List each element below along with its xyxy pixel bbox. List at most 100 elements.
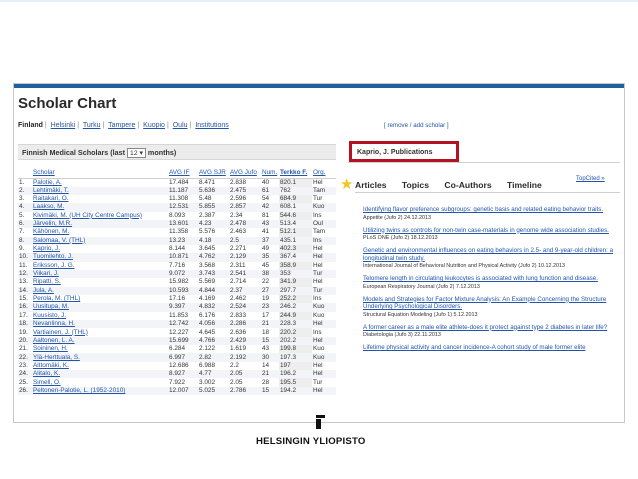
num-cell: 23	[261, 303, 279, 312]
avg-sjr-cell: 4.77	[198, 370, 229, 379]
avg-if-cell: 7.922	[169, 378, 185, 386]
nav-link-oulu[interactable]: Oulu	[173, 122, 188, 129]
publication-meta: Diabetologia (Jufo 3) 22.11.2013	[363, 332, 441, 338]
scholar-chart-screenshot: Scholar Chart Finland | Helsinki | Turku | …	[13, 83, 625, 423]
scholar-name-link[interactable]: Soininen, H.	[33, 345, 68, 352]
scholar-name-link[interactable]: Simell, O.	[33, 379, 61, 386]
publication-title-link[interactable]: A former career as a male elite athlete-…	[363, 324, 621, 332]
scholar-name-link[interactable]: Perola, M. (THL)	[33, 295, 80, 302]
star-icon: ★	[340, 176, 354, 193]
terkko-f-cell: 512.1	[279, 228, 312, 237]
publications-box-divider	[348, 162, 620, 163]
avg-if-cell: 11.187	[168, 186, 198, 195]
publication-title-link[interactable]: Models and Strategies for Factor Mixture…	[363, 296, 621, 311]
publication-title-link[interactable]: Lifetime physical activity and cancer in…	[363, 344, 621, 352]
publication-title-link[interactable]: Genetic and environmental influences on …	[363, 247, 621, 262]
avg-if-cell: 6.997	[168, 353, 198, 362]
nav-current-finland[interactable]: Finland	[18, 122, 43, 129]
nav-link-institutions[interactable]: Institutions	[195, 122, 228, 129]
scholar-name-link[interactable]: Salomaa, V. (THL)	[33, 237, 85, 244]
publication-title-link[interactable]: Telomere length in circulating leukocyte…	[363, 275, 621, 283]
scholar-name-link[interactable]: Palotie, A.	[33, 179, 62, 186]
scholar-name-link[interactable]: Aittomäki, K.	[33, 362, 69, 369]
column-header-terkko-f[interactable]: Terkko F.	[279, 168, 312, 179]
topcited-link[interactable]: TopCited »	[576, 176, 605, 182]
row-rank: 6.	[18, 219, 32, 229]
table-row: 24. Alitalo, K. 8.927 4.77 2.05 21 196.2 Hel	[18, 370, 336, 379]
num-cell: 42	[261, 203, 279, 212]
table-row: 16. Uusitupa, M. 9.397 4.832 2.524 23 246.2 Kuo	[18, 303, 336, 312]
avg-jufo-cell: 2.37	[229, 286, 261, 295]
scholar-name-link[interactable]: Kuusisto, J.	[33, 312, 66, 319]
avg-if-cell: 15.699	[168, 336, 198, 346]
remove-add-scholar-link[interactable]: [ remove / add scholar ]	[384, 122, 449, 129]
org-cell: Hel	[312, 336, 336, 346]
nav-link-helsinki[interactable]: Helsinki	[51, 122, 76, 129]
table-row: 1. Palotie, A. 17.484 8.471 2.838 40 820.1 Hel	[18, 178, 336, 187]
num-cell: 21	[261, 320, 279, 329]
scholar-name-link[interactable]: Kähönen, M.	[33, 228, 69, 235]
scholar-name-link[interactable]: Kivimäki, M. (UH City Centre Campus)	[33, 212, 142, 219]
publication-item: Identifying flavor preference subgroups:…	[363, 206, 621, 221]
scholar-name-link[interactable]: Jula, A.	[33, 287, 54, 294]
scholar-name-link[interactable]: Vartiainen, J. (THL)	[33, 329, 88, 336]
org-cell: Kuo	[313, 311, 325, 319]
org-cell: Tur	[313, 195, 323, 203]
scholar-name-link[interactable]: Peltonen-Palotie, L. (1952-2010)	[33, 387, 125, 394]
org-cell: Hel	[313, 178, 323, 186]
slide-top-rule	[0, 0, 638, 2]
publication-meta: Structural Equation Modeling (Jufo 1) 5.…	[363, 311, 478, 318]
avg-jufo-cell: 2.838	[230, 178, 246, 186]
org-cell: Hel	[313, 361, 323, 369]
avg-if-cell: 7.716	[169, 261, 185, 269]
avg-if-cell: 13.23	[168, 236, 198, 245]
tab-timeline[interactable]: Timeline	[507, 180, 542, 190]
row-rank: 4.	[18, 203, 32, 212]
scholar-name-link[interactable]: Alitalo, K.	[33, 370, 60, 377]
avg-if-cell: 8.093	[169, 211, 185, 219]
scholar-name-link[interactable]: Järvelin, M.R.	[33, 220, 72, 227]
scholar-name-link[interactable]: Tuomilehto, J.	[33, 253, 73, 260]
scholar-name-link[interactable]: Eriksson, J. G.	[33, 262, 75, 269]
avg-sjr-cell: 4.645	[199, 328, 215, 336]
scholar-name-link[interactable]: Lehtimäki, T.	[33, 187, 69, 194]
avg-sjr-cell: 5.025	[198, 386, 229, 396]
avg-jufo-cell: 2.5	[229, 236, 261, 245]
scholar-name-link[interactable]: Nevanlinna, H.	[33, 320, 75, 327]
publication-title-link[interactable]: Identifying flavor preference subgroups:…	[363, 206, 621, 214]
terkko-f-cell: 297.7	[279, 286, 312, 295]
publication-title-link[interactable]: Utilizing twins as controls for non-twin…	[363, 227, 621, 235]
scholar-name-link[interactable]: Kaprio, J.	[33, 245, 60, 252]
scholar-name-link[interactable]: Ripatti, S.	[33, 278, 61, 285]
scholar-name-link[interactable]: Uusitupa, M.	[33, 303, 69, 310]
avg-jufo-cell: 2.05	[229, 370, 261, 379]
tab-articles[interactable]: Articles	[355, 180, 387, 190]
column-header-org[interactable]: Org.	[312, 168, 336, 179]
table-row: 7. Kähönen, M. 11.358 5.576 2.463 41 512.1 Tam	[18, 228, 336, 237]
scholar-name-link[interactable]: Aaltonen, L. A.	[33, 337, 75, 344]
nav-link-tampere[interactable]: Tampere	[108, 122, 135, 129]
tab-topics[interactable]: Topics	[402, 180, 429, 190]
column-header-avg-if[interactable]: AVG IF	[168, 168, 198, 179]
scholar-name-link[interactable]: Ylä-Herttuala, S.	[33, 354, 80, 361]
avg-if-cell: 10.871	[168, 253, 198, 262]
avg-sjr-cell: 4.23	[198, 219, 229, 229]
org-cell: Kuo	[312, 203, 336, 212]
months-select[interactable]: 12 ▾	[127, 148, 146, 158]
column-header-avg-sjr[interactable]: AVG SJR	[198, 168, 229, 179]
nav-link-kuopio[interactable]: Kuopio	[143, 122, 165, 129]
scholar-name-link[interactable]: Viikari, J.	[33, 270, 59, 277]
avg-jufo-cell: 2.2	[230, 361, 239, 369]
column-header-scholar[interactable]: Scholar	[32, 168, 168, 179]
terkko-f-cell: 228.3	[279, 320, 312, 329]
org-cell: Tam	[313, 228, 326, 236]
avg-jufo-cell: 2.286	[229, 320, 261, 329]
num-cell: 17	[262, 311, 270, 319]
scholar-name-link[interactable]: Raitakari, O.	[33, 195, 69, 202]
nav-link-turku[interactable]: Turku	[83, 122, 101, 129]
column-header-avg-jufo[interactable]: AVG Jufo	[229, 168, 261, 179]
scholar-name-link[interactable]: Laakso, M.	[33, 203, 64, 210]
tab-co-authors[interactable]: Co-Authors	[444, 180, 491, 190]
column-header-num[interactable]: Num.	[261, 168, 279, 179]
avg-sjr-cell: 2.122	[199, 345, 215, 353]
